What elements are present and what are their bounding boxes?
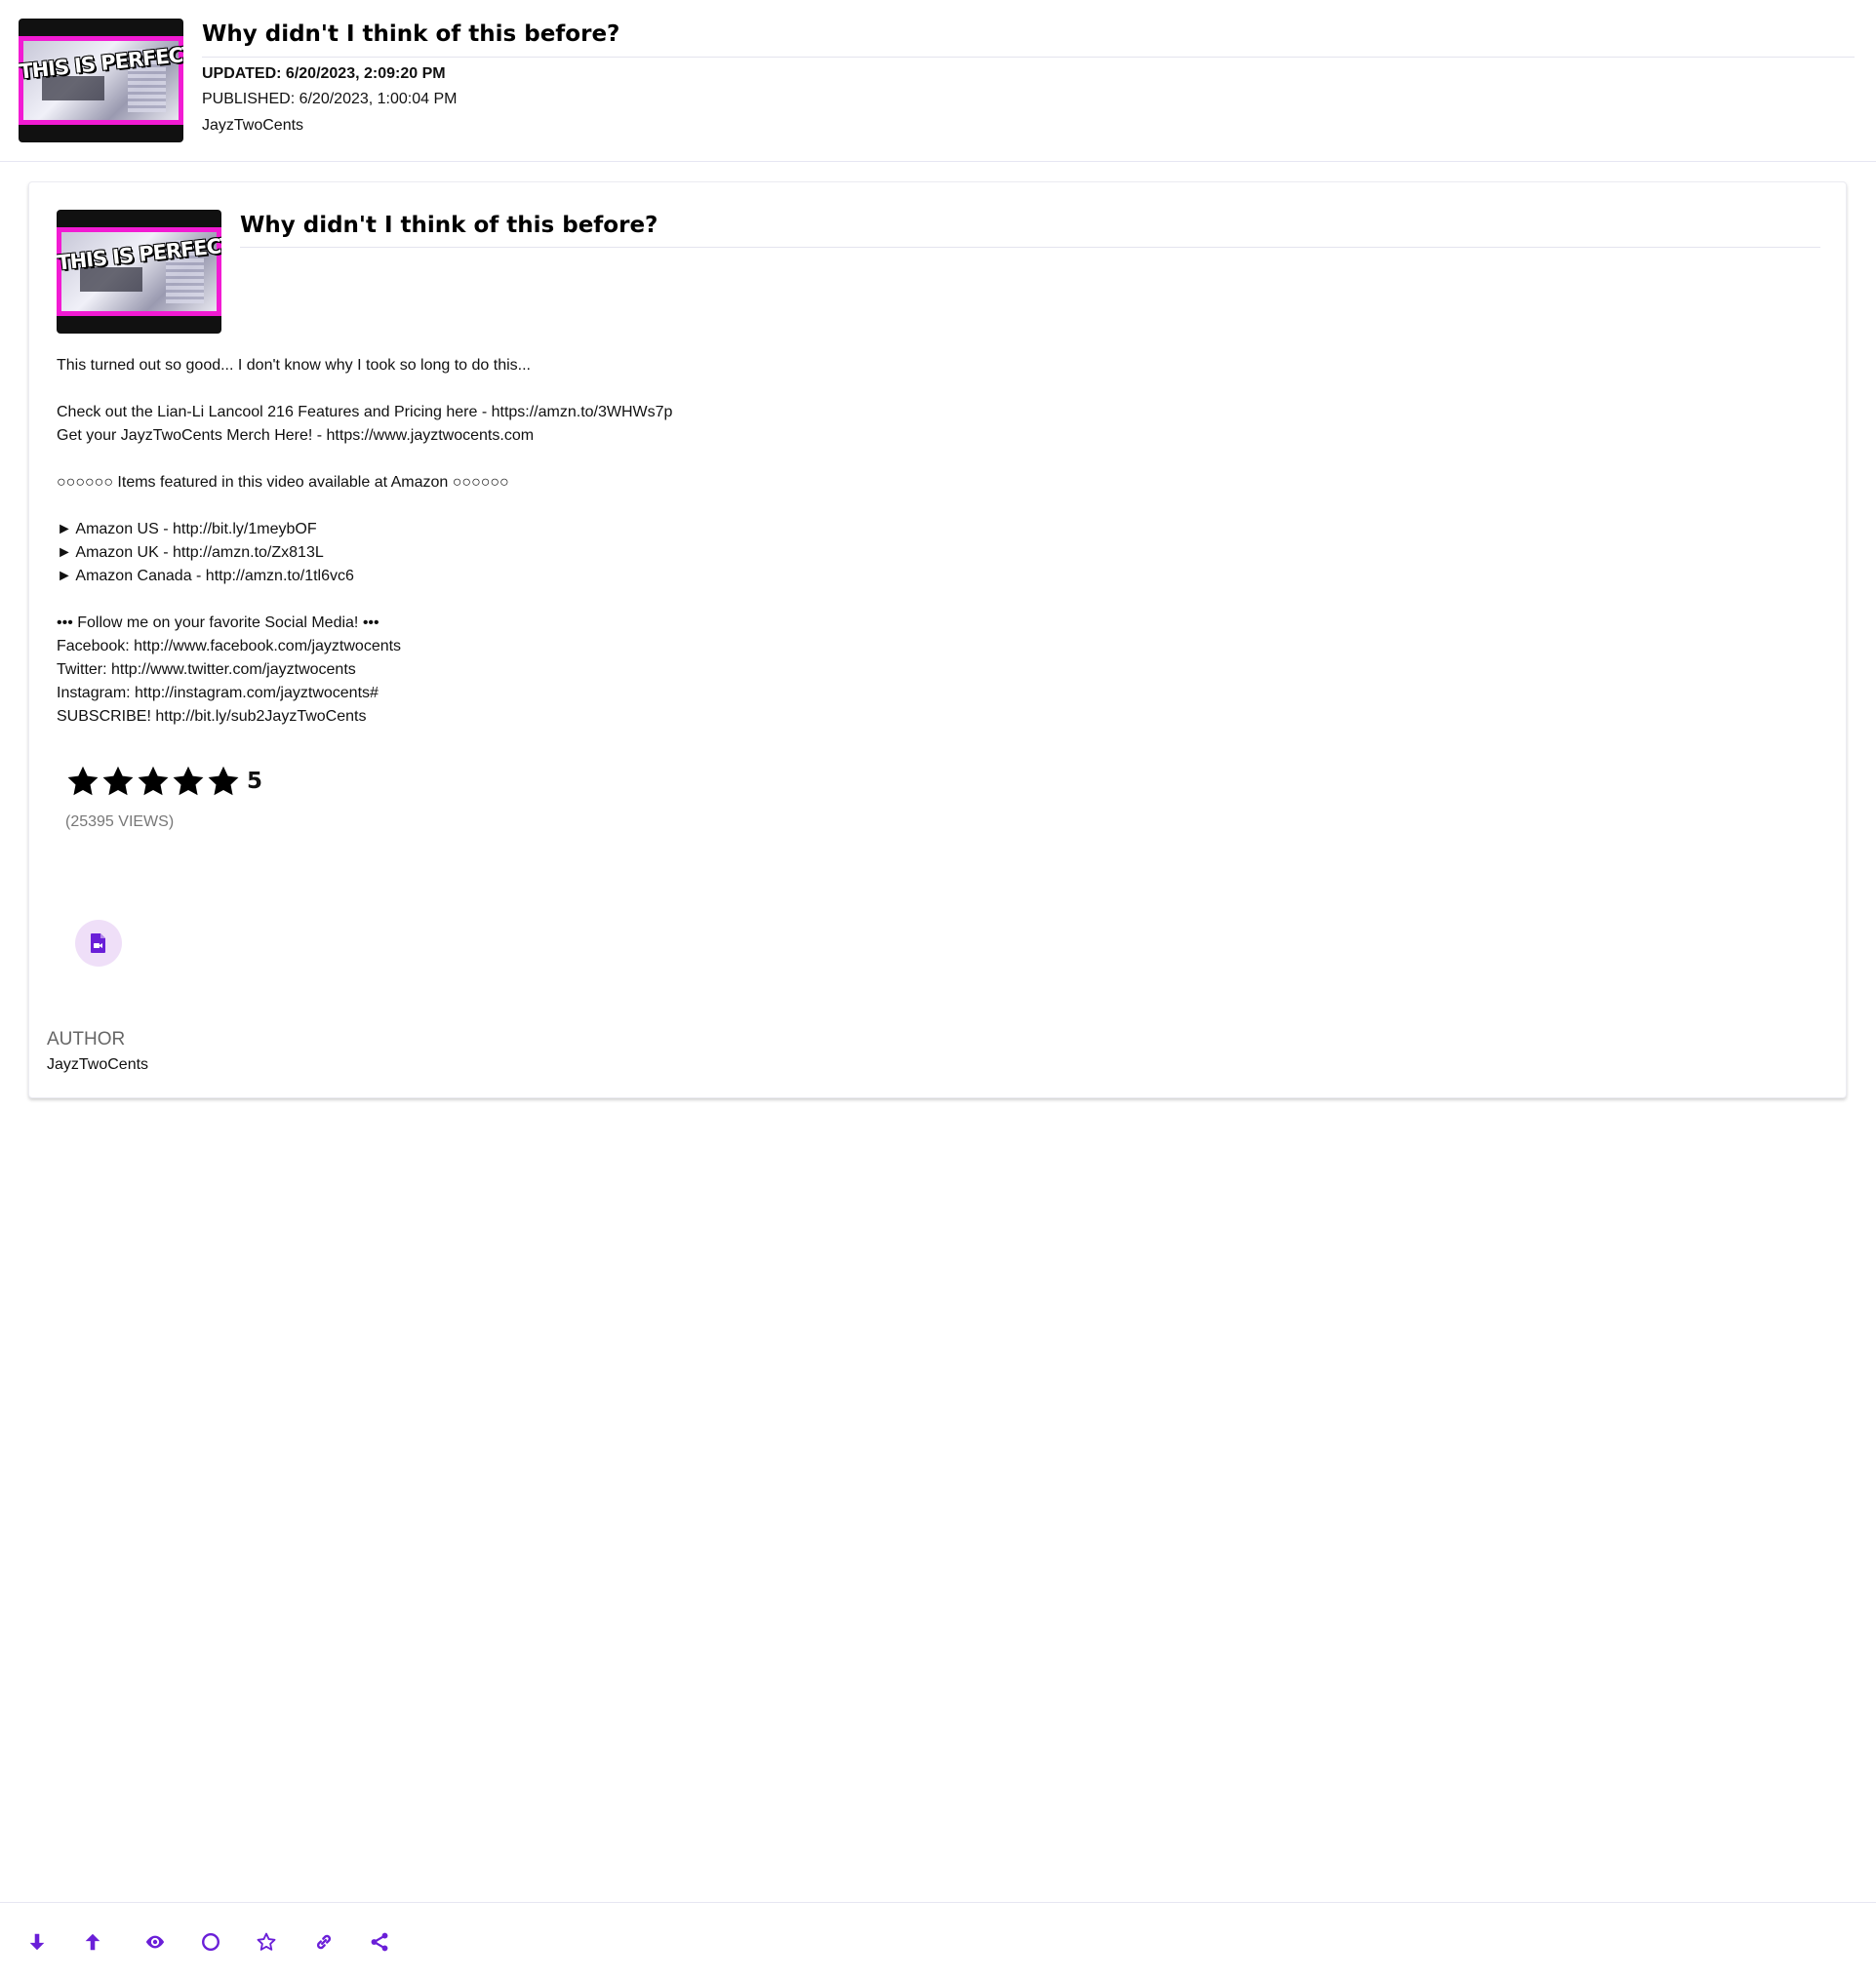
card-thumbnail[interactable]: THIS IS PERFECT!	[57, 210, 221, 334]
description-line: This turned out so good... I don't know …	[57, 357, 531, 374]
description-line: Get your JayzTwoCents Merch Here! - http…	[57, 427, 535, 444]
description-line	[57, 377, 1715, 401]
description-line: Twitter: http://www.twitter.com/jayztwoc…	[57, 661, 356, 678]
updated-timestamp: UPDATED: 6/20/2023, 2:09:20 PM	[202, 65, 446, 82]
description-line: ••• Follow me on your favorite Social Me…	[57, 614, 379, 631]
description-line: ► Amazon US - http://bit.ly/1meybOF	[57, 521, 317, 537]
header: THIS IS PERFECT! Why didn't I think of t…	[0, 0, 1876, 162]
eye-icon	[145, 1935, 165, 1949]
card-title: Why didn't I think of this before?	[240, 213, 659, 238]
link-icon	[316, 1934, 332, 1950]
star-outline-icon	[257, 1932, 276, 1951]
description-line	[57, 448, 1715, 471]
description-line: ► Amazon UK - http://amzn.to/Zx813L	[57, 544, 324, 561]
arrow-up-button[interactable]	[79, 1928, 106, 1956]
author-name: JayzTwoCents	[47, 1056, 149, 1073]
description-line	[57, 495, 1715, 518]
description-line: Check out the Lian-Li Lancool 216 Featur…	[57, 404, 673, 420]
description-line: Facebook: http://www.facebook.com/jayztw…	[57, 638, 402, 654]
favorite-button[interactable]	[253, 1928, 280, 1956]
view-count: (25395 VIEWS)	[65, 813, 175, 830]
description-line	[57, 588, 1715, 612]
video-card: THIS IS PERFECT! Why didn't I think of t…	[28, 181, 1847, 1098]
description-line: SUBSCRIBE! http://bit.ly/sub2JayzTwoCent…	[57, 708, 367, 725]
description-line: Instagram: http://instagram.com/jayztwoc…	[57, 685, 379, 701]
arrow-down-icon	[29, 1933, 45, 1951]
mark-button[interactable]	[197, 1928, 224, 1956]
circle-icon	[202, 1933, 220, 1951]
author-label: AUTHOR	[47, 1029, 126, 1049]
star-icon[interactable]	[171, 764, 206, 799]
star-rating: 5	[65, 764, 262, 799]
page-title: Why didn't I think of this before?	[202, 21, 620, 47]
header-author: JayzTwoCents	[202, 117, 304, 134]
rating-value: 5	[247, 769, 263, 794]
open-video-file-button[interactable]	[75, 920, 122, 967]
video-description: This turned out so good... I don't know …	[57, 354, 1715, 729]
star-icon[interactable]	[206, 764, 241, 799]
published-timestamp: PUBLISHED: 6/20/2023, 1:00:04 PM	[202, 91, 458, 107]
description-line: ► Amazon Canada - http://amzn.to/1tl6vc6	[57, 568, 354, 584]
header-thumbnail[interactable]: THIS IS PERFECT!	[19, 19, 183, 142]
link-button[interactable]	[310, 1928, 338, 1956]
divider	[202, 57, 1855, 58]
star-icon[interactable]	[100, 764, 136, 799]
share-button[interactable]	[366, 1928, 393, 1956]
star-icon[interactable]	[136, 764, 171, 799]
star-icon[interactable]	[65, 764, 100, 799]
share-icon	[371, 1932, 388, 1952]
divider	[240, 247, 1820, 248]
arrow-up-icon	[85, 1933, 100, 1951]
bottom-toolbar	[0, 1902, 1876, 1980]
view-button[interactable]	[141, 1928, 169, 1956]
description-line: ○○○○○○ Items featured in this video avai…	[57, 474, 509, 491]
file-video-icon	[91, 933, 105, 953]
arrow-down-button[interactable]	[23, 1928, 51, 1956]
